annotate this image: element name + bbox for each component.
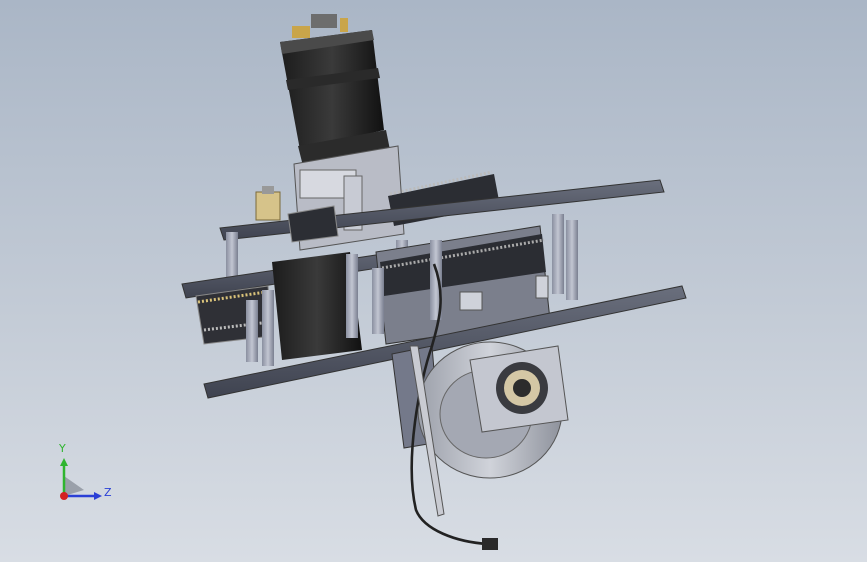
small-gear — [287, 205, 339, 243]
triad-z-arrow-icon — [94, 492, 102, 500]
cad-viewport[interactable]: Y Z — [0, 0, 867, 562]
triad-plane-icon — [64, 476, 84, 496]
cad-model-assembly[interactable] — [0, 0, 867, 562]
cable-connector — [482, 538, 498, 550]
triad-y-arrow-icon — [60, 458, 68, 466]
axis-triad — [60, 458, 102, 500]
triad-y-label: Y — [59, 442, 66, 455]
small-standoff — [255, 186, 281, 221]
triad-x-origin-icon — [60, 492, 68, 500]
left-pulley — [195, 285, 273, 345]
top-motor — [280, 14, 392, 170]
triad-z-label: Z — [104, 486, 112, 499]
